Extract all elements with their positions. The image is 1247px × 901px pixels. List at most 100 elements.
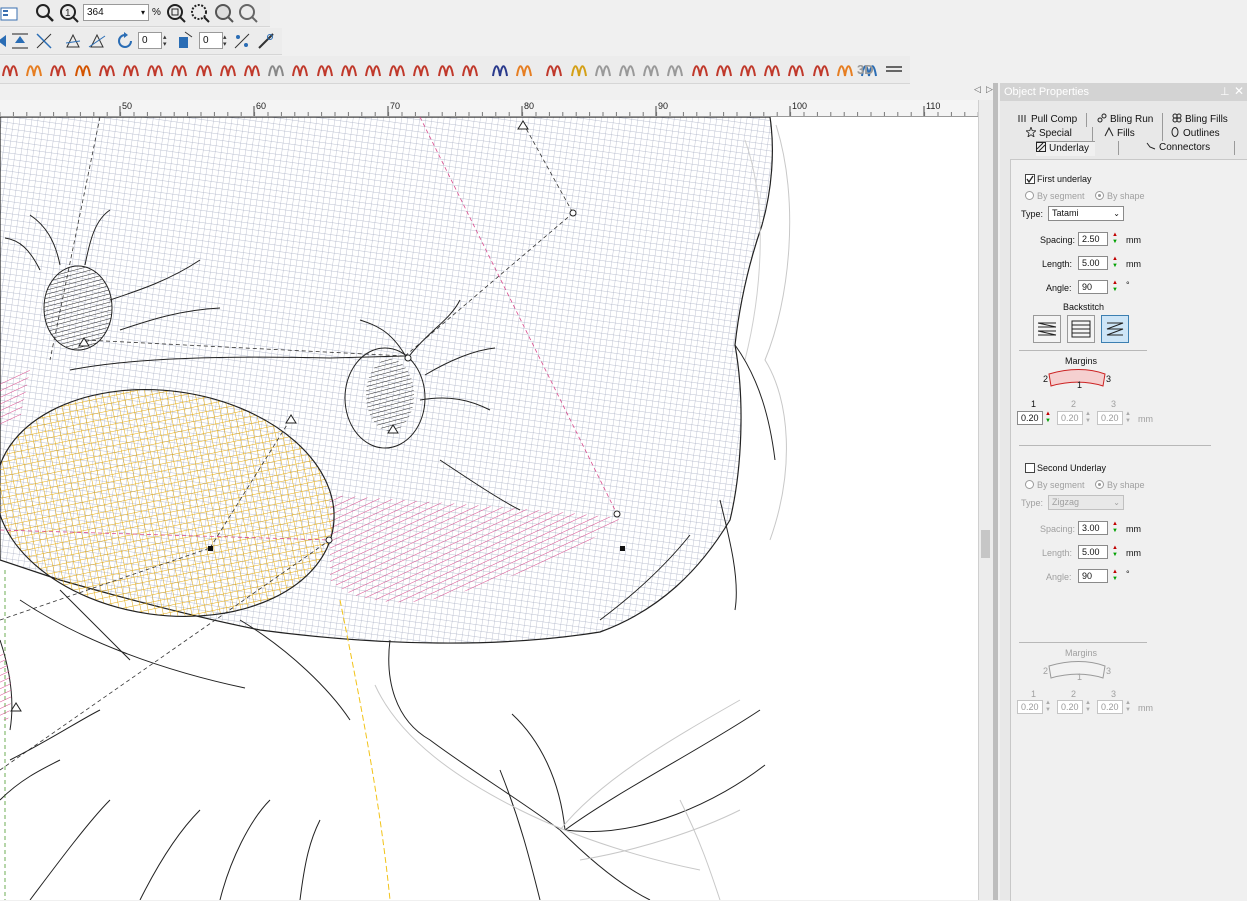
second-margin-3-input[interactable]: 0.20: [1097, 700, 1123, 714]
first-margin-3-stepper[interactable]: ▲ ▼: [1124, 411, 1132, 425]
backstitch-straight-button[interactable]: [1067, 315, 1095, 343]
first-margin-1-stepper[interactable]: ▲ ▼: [1044, 411, 1052, 425]
zoom-dropdown-icon[interactable]: ▾: [141, 5, 145, 20]
contour-icon[interactable]: [339, 59, 359, 79]
second-spacing-stepper[interactable]: ▲ ▼: [1111, 521, 1119, 535]
tatami-icon[interactable]: [97, 59, 117, 79]
ray-fill-icon[interactable]: [593, 59, 613, 79]
angle-fill-icon[interactable]: [617, 59, 637, 79]
first-by-segment-radio[interactable]: [1025, 191, 1034, 200]
first-underlay-checkbox[interactable]: [1025, 174, 1035, 184]
sculpture-icon[interactable]: [569, 59, 589, 79]
second-underlay-checkbox[interactable]: [1025, 463, 1035, 473]
mirror-icon[interactable]: [175, 31, 195, 51]
zoom-1to1-icon[interactable]: 1: [59, 3, 79, 23]
first-spacing-input[interactable]: 2.50: [1078, 232, 1108, 246]
second-length-stepper[interactable]: ▲ ▼: [1111, 545, 1119, 559]
second-margin-1-stepper[interactable]: ▲ ▼: [1044, 700, 1052, 714]
feather-icon[interactable]: [786, 59, 806, 79]
zigzag-icon[interactable]: [121, 59, 141, 79]
knife-icon[interactable]: [256, 31, 276, 51]
right-eye-fill[interactable]: [366, 359, 414, 431]
zoom-to-fit-icon[interactable]: [166, 3, 186, 23]
spiral-icon[interactable]: [387, 59, 407, 79]
peak-fill-icon[interactable]: [641, 59, 661, 79]
first-type-select[interactable]: Tatami ⌄: [1048, 206, 1124, 221]
zoom-out-icon[interactable]: [238, 3, 258, 23]
column-a-icon[interactable]: [24, 59, 44, 79]
diamond-fill-icon[interactable]: [242, 59, 262, 79]
e-stitch-icon[interactable]: [145, 59, 165, 79]
first-angle-input[interactable]: 90: [1078, 280, 1108, 294]
first-margin-3-input[interactable]: 0.20: [1097, 411, 1123, 425]
scroll-right-icon[interactable]: ▷: [986, 84, 993, 95]
tab-bling-run[interactable]: Bling Run: [1097, 113, 1153, 127]
second-type-select[interactable]: Zigzag ⌄: [1048, 495, 1124, 510]
cross-stitch-icon[interactable]: [218, 59, 238, 79]
first-angle-stepper[interactable]: ▲ ▼: [1111, 280, 1119, 294]
panel-splitter[interactable]: [993, 83, 998, 900]
carving-icon[interactable]: [835, 59, 855, 79]
pattern-fill-icon[interactable]: [411, 59, 431, 79]
second-length-input[interactable]: 5.00: [1078, 545, 1108, 559]
crown-icon[interactable]: [436, 59, 456, 79]
first-margin-2-stepper[interactable]: ▲ ▼: [1084, 411, 1092, 425]
vertical-scrollbar[interactable]: [978, 100, 993, 900]
backstitch-zigzag-button[interactable]: [1101, 315, 1129, 343]
first-by-shape-radio[interactable]: [1095, 191, 1104, 200]
first-length-stepper[interactable]: ▲ ▼: [1111, 256, 1119, 270]
second-angle-stepper[interactable]: ▲ ▼: [1111, 569, 1119, 583]
second-spacing-input[interactable]: 3.00: [1078, 521, 1108, 535]
mirror-spinner[interactable]: ▴ ▾: [223, 34, 229, 48]
second-by-segment-radio[interactable]: [1025, 480, 1034, 489]
cut-tool-icon[interactable]: [514, 59, 534, 79]
close-icon[interactable]: ✕: [1234, 84, 1244, 98]
zoom-icon[interactable]: [35, 3, 55, 23]
align-center-icon[interactable]: [10, 31, 30, 51]
star-fill-icon[interactable]: [169, 59, 189, 79]
second-margin-1-input[interactable]: 0.20: [1017, 700, 1043, 714]
slant-tool-icon[interactable]: [87, 31, 107, 51]
rotate-icon[interactable]: [116, 31, 136, 51]
tab-pull-comp[interactable]: Pull Comp: [1018, 113, 1077, 127]
reshape-icon[interactable]: [232, 31, 252, 51]
zig-fill-icon[interactable]: [690, 59, 710, 79]
round-fill-icon[interactable]: [811, 59, 831, 79]
motif-run-icon[interactable]: [194, 59, 214, 79]
column-b-icon[interactable]: [48, 59, 68, 79]
curl-icon[interactable]: [460, 59, 480, 79]
zoom-selected-icon[interactable]: [214, 3, 234, 23]
peak-fill-2-icon[interactable]: [665, 59, 685, 79]
step-fill-icon[interactable]: [714, 59, 734, 79]
toolbar-menu-icon[interactable]: [884, 59, 904, 79]
run-stitch-icon[interactable]: [0, 59, 20, 79]
x-stitch-icon[interactable]: [290, 59, 310, 79]
tab-special[interactable]: Special: [1024, 125, 1072, 141]
pin-icon[interactable]: ⊥: [1220, 85, 1230, 98]
first-spacing-stepper[interactable]: ▲ ▼: [1111, 232, 1119, 246]
zoom-box-icon[interactable]: [190, 3, 210, 23]
skew-tool-icon[interactable]: [63, 31, 83, 51]
rotate-input[interactable]: 0: [138, 32, 162, 49]
zoom-input[interactable]: 364 ▾: [83, 4, 149, 21]
mirror-input[interactable]: 0: [199, 32, 223, 49]
second-margin-2-stepper[interactable]: ▲ ▼: [1084, 700, 1092, 714]
scroll-left-icon[interactable]: ◁: [974, 84, 981, 95]
first-margin-1-input[interactable]: 0.20: [1017, 411, 1043, 425]
first-margin-2-input[interactable]: 0.20: [1057, 411, 1083, 425]
arrow-fill-icon[interactable]: [266, 59, 286, 79]
design-canvas[interactable]: [0, 117, 978, 900]
grid-fill-icon[interactable]: [544, 59, 564, 79]
blush-stitch[interactable]: [0, 650, 12, 720]
second-by-shape-radio[interactable]: [1095, 480, 1104, 489]
transform-tool-icon[interactable]: [34, 31, 54, 51]
ladder-icon[interactable]: [738, 59, 758, 79]
left-eye-fill[interactable]: [43, 265, 113, 351]
rotate-spinner[interactable]: ▴ ▾: [163, 34, 169, 48]
tab-bling-fills[interactable]: Bling Fills: [1172, 113, 1228, 127]
tab-outlines[interactable]: Outlines: [1170, 127, 1220, 141]
line-fill-icon[interactable]: [762, 59, 782, 79]
scrollbar-thumb[interactable]: [981, 530, 990, 558]
embroidery-design[interactable]: [0, 117, 978, 900]
wave-fill-icon[interactable]: [315, 59, 335, 79]
